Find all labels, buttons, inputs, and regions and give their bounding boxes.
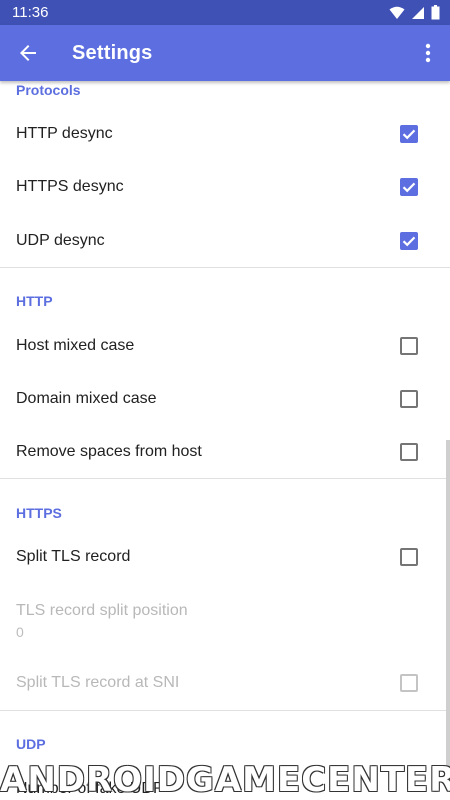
pref-label: Split TLS record at SNI (16, 673, 180, 691)
pref-label: TLS record split position (16, 602, 188, 619)
checkbox-split-tls-record[interactable] (400, 547, 418, 566)
pref-http-desync[interactable]: HTTP desync (0, 107, 450, 160)
wifi-icon (389, 6, 405, 19)
overflow-menu-button[interactable] (406, 25, 450, 81)
checkbox-udp-desync[interactable] (400, 231, 418, 250)
more-vert-icon (425, 43, 431, 63)
section-header-udp: UDP (16, 736, 46, 752)
status-time: 11:36 (12, 4, 49, 21)
section-header-protocols: Protocols (16, 82, 81, 98)
settings-list[interactable]: Protocols HTTP desync HTTPS desync UDP d… (0, 81, 450, 800)
check-icon (402, 129, 416, 139)
checkbox-http-desync[interactable] (400, 124, 418, 143)
arrow-left-icon (20, 45, 36, 61)
pref-label: HTTP desync (16, 124, 113, 142)
pref-split-tls-at-sni: Split TLS record at SNI (0, 656, 450, 709)
section-divider (0, 267, 450, 268)
check-icon (402, 236, 416, 246)
checkbox-host-mixed-case[interactable] (400, 336, 418, 355)
status-bar: 11:36 (0, 0, 450, 25)
section-divider (0, 478, 450, 479)
check-icon (402, 182, 416, 192)
pref-label: Split TLS record (16, 547, 131, 565)
checkbox-remove-spaces[interactable] (400, 442, 418, 461)
checkbox-https-desync[interactable] (400, 177, 418, 196)
checkbox-domain-mixed-case[interactable] (400, 389, 418, 408)
pref-domain-mixed-case[interactable]: Domain mixed case (0, 372, 450, 425)
section-divider (0, 710, 450, 711)
pref-label: HTTPS desync (16, 177, 124, 195)
back-button[interactable] (0, 25, 56, 81)
pref-udp-desync[interactable]: UDP desync (0, 214, 450, 267)
battery-icon (431, 5, 440, 20)
pref-label: UDP desync (16, 231, 105, 249)
pref-host-mixed-case[interactable]: Host mixed case (0, 319, 450, 372)
pref-label: Domain mixed case (16, 389, 157, 407)
page-title: Settings (72, 41, 153, 64)
pref-label: Host mixed case (16, 336, 135, 354)
section-header-https: HTTPS (16, 505, 62, 521)
scrollbar[interactable] (446, 440, 450, 770)
pref-tls-split-position: TLS record split position 0 (0, 584, 450, 644)
section-header-http: HTTP (16, 293, 53, 309)
pref-remove-spaces-from-host[interactable]: Remove spaces from host (0, 425, 450, 478)
pref-value: 0 (16, 624, 24, 640)
pref-split-tls-record[interactable]: Split TLS record (0, 530, 450, 583)
watermark-text: ANDROIDGAMECENTER.LA (0, 760, 450, 800)
checkbox-split-tls-at-sni (400, 673, 418, 692)
pref-label: Remove spaces from host (16, 442, 202, 460)
status-icons (389, 5, 440, 20)
pref-https-desync[interactable]: HTTPS desync (0, 160, 450, 213)
cell-signal-icon (412, 6, 424, 19)
app-bar: Settings (0, 25, 450, 81)
